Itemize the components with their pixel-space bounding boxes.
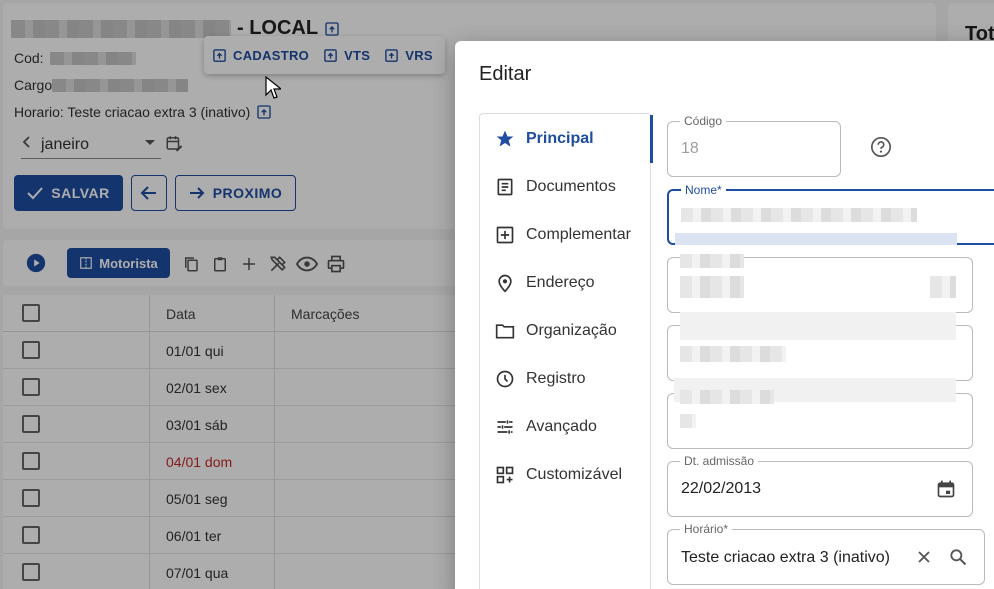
location-pin-icon: [494, 272, 516, 294]
help-icon[interactable]: [870, 136, 892, 163]
nav-item-documentos[interactable]: Documentos: [480, 163, 652, 211]
horario-label: Horário*: [680, 522, 733, 536]
horario-value: Teste criacao extra 3 (inativo): [681, 549, 890, 566]
clock-icon: [494, 368, 516, 390]
nav-item-complementar[interactable]: Complementar: [480, 211, 652, 259]
folder-icon: [494, 320, 516, 342]
nav-item-label: Customizável: [526, 466, 623, 483]
redacted-value: [680, 414, 696, 428]
nav-item-principal[interactable]: Principal: [480, 115, 653, 163]
clear-icon[interactable]: [916, 549, 932, 565]
nav-item-label: Principal: [526, 130, 594, 147]
nav-item-label: Registro: [526, 370, 586, 387]
redacted-value: [930, 276, 956, 298]
redacted-field-1[interactable]: [667, 254, 973, 313]
plus-box-icon: [494, 224, 516, 246]
star-icon: [494, 128, 516, 150]
widgets-icon: [494, 464, 516, 486]
edit-dialog: Editar Principal Documentos Complementar En…: [455, 41, 994, 589]
nome-field[interactable]: Nome*: [667, 183, 994, 245]
horario-field[interactable]: Horário* Teste criacao extra 3 (inativo): [667, 522, 985, 585]
admissao-label: Dt. admissão: [680, 454, 759, 468]
redacted-value: [680, 276, 744, 298]
dialog-title: Editar: [479, 63, 532, 85]
codigo-field[interactable]: Código 18: [667, 114, 841, 177]
nav-item-avancado[interactable]: Avançado: [480, 403, 652, 451]
nav-item-label: Organização: [526, 322, 617, 339]
nav-item-endereco[interactable]: Endereço: [480, 259, 652, 307]
nav-item-label: Documentos: [526, 178, 616, 195]
redacted-field-3[interactable]: [667, 378, 973, 449]
redacted-label: [680, 312, 956, 340]
codigo-value: 18: [681, 140, 699, 157]
redacted-label: [680, 390, 774, 404]
redacted-field-2[interactable]: [667, 312, 973, 381]
codigo-label: Código: [680, 114, 727, 128]
nav-item-organizacao[interactable]: Organização: [480, 307, 652, 355]
nav-item-registro[interactable]: Registro: [480, 355, 652, 403]
nav-item-label: Complementar: [526, 226, 631, 243]
nav-item-label: Endereço: [526, 274, 595, 291]
tune-icon: [494, 416, 516, 438]
nav-item-label: Avançado: [526, 418, 597, 435]
calendar-icon[interactable]: [936, 479, 956, 499]
redacted-value: [680, 346, 786, 362]
text-selection-highlight: [675, 233, 957, 245]
nav-item-customizavel[interactable]: Customizável: [480, 451, 652, 499]
redacted-nome: [681, 208, 917, 222]
edit-nav: Principal Documentos Complementar Endereço O…: [479, 113, 653, 589]
admissao-value: 22/02/2013: [681, 480, 762, 497]
admissao-field[interactable]: Dt. admissão 22/02/2013: [667, 454, 973, 517]
redacted-label: [680, 254, 744, 268]
mouse-cursor-icon: [265, 75, 283, 105]
search-icon[interactable]: [948, 547, 968, 567]
document-icon: [494, 176, 516, 198]
nome-label: Nome*: [681, 183, 726, 197]
